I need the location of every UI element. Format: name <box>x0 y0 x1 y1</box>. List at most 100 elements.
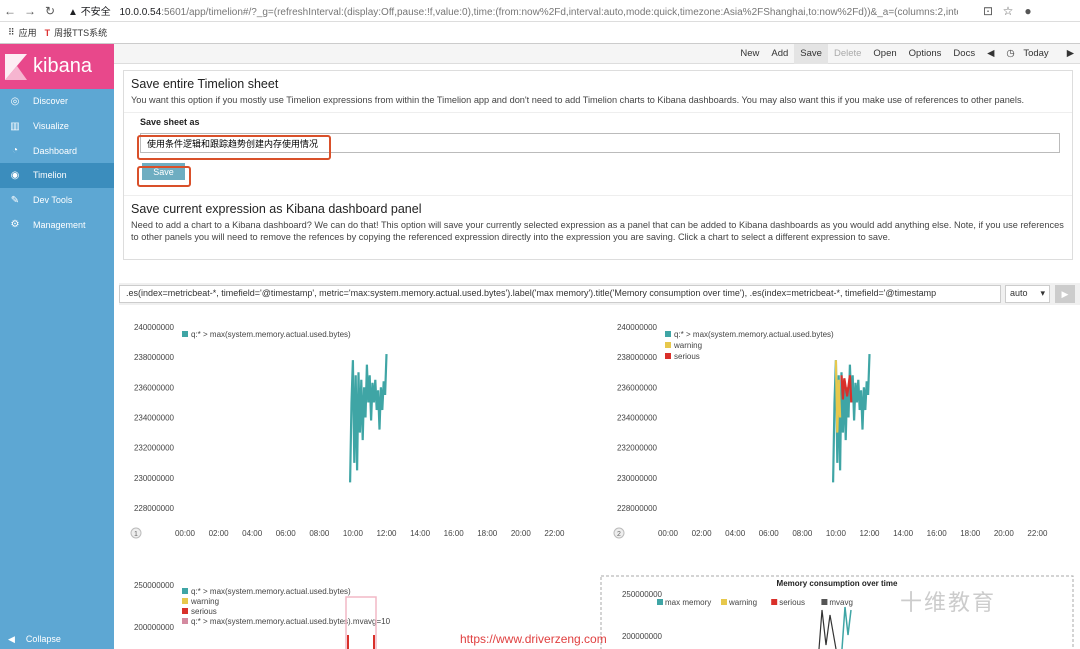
x-tick-label: 12:00 <box>376 529 397 538</box>
legend-swatch <box>665 342 671 348</box>
save-sheet-desc: You want this option if you mostly use T… <box>131 95 1025 105</box>
sidebar-item-label: Management <box>33 219 86 230</box>
sidebar-item-devtools[interactable]: ✎ Dev Tools <box>0 188 114 213</box>
browser-chrome: ← → ↻ ▲ 不安全 10.0.0.54:5601/app/timelion#… <box>0 0 1080 44</box>
url-path: :5601/app/timelion#/?_g=(refreshInterval… <box>161 7 958 18</box>
legend-label: q:* > max(system.memory.actual.used.byte… <box>674 330 834 339</box>
sidebar-item-timelion[interactable]: ◉ Timelion <box>0 163 114 188</box>
chart-2[interactable]: 240000000 238000000 236000000 234000000 2320… <box>613 323 1048 539</box>
legend-label: warning <box>673 341 702 350</box>
reload-icon[interactable]: ↻ <box>40 4 60 18</box>
x-tick-label: 00:00 <box>658 529 679 538</box>
y-tick-label: 230000000 <box>134 474 175 483</box>
chart-3[interactable]: 250000000 200000000 q:* > max(system.memor… <box>134 581 391 649</box>
y-tick-label: 200000000 <box>134 623 175 632</box>
nav-new[interactable]: New <box>734 44 765 64</box>
back-icon[interactable]: ← <box>0 4 20 18</box>
x-tick-label: 10:00 <box>343 529 364 538</box>
sidebar-item-label: Visualize <box>33 121 69 132</box>
bookmark-apps[interactable]: ⠿ 应用 <box>8 26 37 39</box>
collapse-icon: ◀ <box>8 633 15 644</box>
kibana-logo-icon <box>5 53 27 80</box>
sidebar-item-dashboard[interactable]: ◔ Dashboard <box>0 138 114 163</box>
chart-badge-number: 2 <box>617 531 621 538</box>
tts-icon: T <box>44 27 51 38</box>
x-tick-label: 20:00 <box>994 529 1015 538</box>
legend-swatch <box>182 331 188 337</box>
collapse-label: Collapse <box>25 634 61 644</box>
nav-open[interactable]: Open <box>867 44 902 64</box>
legend-swatch <box>821 599 828 605</box>
nav-docs[interactable]: Docs <box>947 44 981 64</box>
legend-label: serious <box>191 607 217 616</box>
sidebar-item-discover[interactable]: ◎ Discover <box>0 89 114 114</box>
sidebar-item-management[interactable]: ⚙ Management <box>0 212 114 237</box>
sidebar-item-visualize[interactable]: ▥ Visualize <box>0 114 114 139</box>
star-icon[interactable]: ☆ <box>998 4 1018 18</box>
legend-label: q:* > max(system.memory.actual.used.byte… <box>191 330 351 339</box>
legend-label: serious <box>674 352 700 361</box>
y-tick-label: 250000000 <box>622 590 663 599</box>
x-tick-label: 02:00 <box>692 529 713 538</box>
y-tick-label: 228000000 <box>617 504 658 513</box>
forward-icon[interactable]: → <box>20 4 40 18</box>
compass-icon: ◎ <box>10 95 20 107</box>
y-tick-label: 234000000 <box>617 414 658 423</box>
dashboard-icon: ◔ <box>11 145 19 157</box>
sidebar-item-label: Dashboard <box>33 145 78 156</box>
x-tick-label: 22:00 <box>544 529 565 538</box>
url-field[interactable]: ▲ 不安全 10.0.0.54:5601/app/timelion#/?_g=(… <box>68 3 958 18</box>
chart-4[interactable]: Memory consumption over time 250000000 200… <box>600 575 1074 649</box>
mvavg-line <box>818 609 837 649</box>
legend-swatch <box>665 353 671 359</box>
save-panel-title: Save current expression as Kibana dashbo… <box>131 202 422 216</box>
x-tick-label: 12:00 <box>859 529 880 538</box>
highlight-box <box>137 135 331 160</box>
x-tick-label: 02:00 <box>209 529 230 538</box>
y-tick-label: 230000000 <box>617 474 658 483</box>
expression-input[interactable]: .es(index=metricbeat-*, timefield='@time… <box>119 285 1001 303</box>
nav-delete[interactable]: Delete <box>828 44 867 64</box>
expression-bar: .es(index=metricbeat-*, timefield='@time… <box>119 283 1080 305</box>
bookmark-label: 周报TTS系统 <box>54 28 108 38</box>
sidebar-item-label: Timelion <box>33 170 67 181</box>
y-tick-label: 228000000 <box>134 504 175 513</box>
collapse-button[interactable]: ◀ Collapse <box>0 629 114 649</box>
nav-options[interactable]: Options <box>903 44 948 64</box>
y-tick-label: 200000000 <box>622 632 663 641</box>
x-tick-label: 22:00 <box>1027 529 1048 538</box>
y-tick-label: 236000000 <box>617 383 658 392</box>
y-tick-label: 232000000 <box>134 444 175 453</box>
profile-icon[interactable]: ● <box>1018 4 1038 18</box>
x-tick-label: 18:00 <box>960 529 981 538</box>
interval-value: auto <box>1010 288 1028 298</box>
prev-time-icon[interactable]: ◀ <box>981 44 1000 64</box>
next-time-icon[interactable]: ▶ <box>1061 44 1080 64</box>
legend-label: warning <box>190 597 219 606</box>
legend-swatch <box>665 331 671 337</box>
y-tick-label: 240000000 <box>617 323 658 332</box>
x-tick-label: 16:00 <box>444 529 465 538</box>
address-bar: ← → ↻ ▲ 不安全 10.0.0.54:5601/app/timelion#… <box>0 0 1080 22</box>
bookmark-tts[interactable]: T 周报TTS系统 <box>45 26 108 39</box>
y-tick-label: 250000000 <box>134 581 175 590</box>
legend-label: warning <box>728 598 757 607</box>
interval-select[interactable]: auto ▾ <box>1005 285 1050 303</box>
y-tick-label: 238000000 <box>617 353 658 362</box>
highlight-box <box>137 166 191 187</box>
kibana-logo[interactable]: kibana <box>0 44 114 89</box>
url-host: 10.0.0.54 <box>119 7 162 18</box>
save-sheet-title: Save entire Timelion sheet <box>131 77 279 91</box>
translate-icon[interactable]: ⊡ <box>978 4 998 18</box>
gear-icon: ⚙ <box>10 219 20 231</box>
nav-add[interactable]: Add <box>765 44 794 64</box>
chart-1[interactable]: 240000000 238000000 236000000 234000000 2320… <box>130 323 565 539</box>
series-line <box>349 354 388 483</box>
nav-save[interactable]: Save <box>794 43 828 64</box>
time-picker[interactable]: ◷ Today <box>1000 44 1060 64</box>
sidebar: kibana ◎ Discover ▥ Visualize ◔ Dashboard ◉… <box>0 44 114 649</box>
run-button[interactable]: ▶ <box>1055 285 1075 303</box>
legend-label: mvavg <box>829 598 853 607</box>
wrench-icon: ✎ <box>10 194 20 206</box>
top-nav: New Add Save Delete Open Options Docs ◀ … <box>114 43 1080 64</box>
